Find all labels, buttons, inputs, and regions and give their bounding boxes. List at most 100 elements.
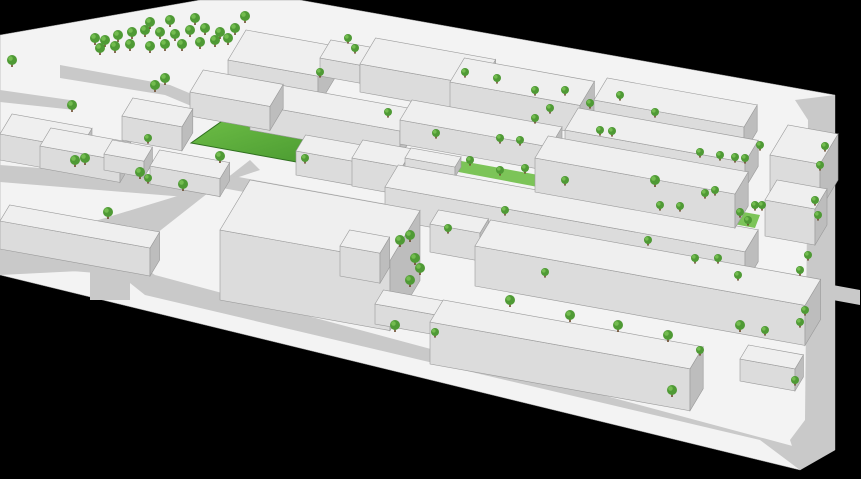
tree-highlight <box>697 149 701 153</box>
tree-highlight <box>732 154 736 158</box>
tree-highlight <box>752 202 756 206</box>
tree-highlight <box>587 100 591 104</box>
tree-highlight <box>737 209 741 213</box>
tree-highlight <box>96 44 101 49</box>
tree-highlight <box>762 327 766 331</box>
tree-highlight <box>797 319 801 323</box>
tree-highlight <box>146 42 151 47</box>
tree-highlight <box>345 35 349 39</box>
tree-highlight <box>445 225 449 229</box>
tree-highlight <box>677 203 681 207</box>
tree-highlight <box>171 30 176 35</box>
tree-highlight <box>652 109 656 113</box>
tree-highlight <box>805 252 809 256</box>
tree-highlight <box>617 92 621 96</box>
tree-highlight <box>657 202 661 206</box>
tree-highlight <box>522 165 526 169</box>
tree-highlight <box>432 329 436 333</box>
tree-highlight <box>467 157 471 161</box>
urban-model-scene <box>0 0 861 479</box>
tree-highlight <box>497 167 501 171</box>
tree-highlight <box>161 74 166 79</box>
tree-highlight <box>178 40 183 45</box>
tree-highlight <box>712 187 716 191</box>
tree-highlight <box>542 269 546 273</box>
tree-highlight <box>224 34 229 39</box>
tree-highlight <box>391 321 396 326</box>
tree-highlight <box>8 56 13 61</box>
tree-highlight <box>161 40 166 45</box>
tree-highlight <box>517 137 521 141</box>
tree-highlight <box>792 377 796 381</box>
tree-highlight <box>715 254 719 259</box>
tree-highlight <box>201 24 206 29</box>
tree-highlight <box>742 155 746 159</box>
tree-highlight <box>532 87 536 91</box>
tree-highlight <box>416 264 421 269</box>
tree-highlight <box>406 231 411 236</box>
tree-highlight <box>114 31 119 36</box>
tree-highlight <box>396 236 401 241</box>
tree-highlight <box>759 202 763 206</box>
tree-highlight <box>532 115 536 119</box>
tree-highlight <box>494 75 498 79</box>
tree-highlight <box>462 69 466 73</box>
tree-highlight <box>151 81 156 86</box>
tree-highlight <box>186 26 191 31</box>
tree-highlight <box>745 217 749 221</box>
tree-highlight <box>385 109 389 113</box>
tree-highlight <box>302 155 306 159</box>
tree-highlight <box>111 42 116 47</box>
tree-highlight <box>91 34 96 39</box>
tree-highlight <box>68 101 73 106</box>
tree-highlight <box>126 40 131 45</box>
tree-highlight <box>736 321 741 326</box>
tree-highlight <box>101 36 106 41</box>
tree-highlight <box>216 152 221 157</box>
tree-highlight <box>497 135 501 139</box>
tree-highlight <box>562 87 566 91</box>
tree-highlight <box>717 152 721 156</box>
tree-highlight <box>797 267 801 271</box>
tree-highlight <box>609 128 613 132</box>
tree-highlight <box>562 177 566 181</box>
tree-highlight <box>668 386 673 391</box>
tree-highlight <box>71 156 76 161</box>
tree-highlight <box>156 28 161 33</box>
tree-highlight <box>502 207 506 211</box>
tree-highlight <box>146 18 151 23</box>
tree-highlight <box>812 197 816 201</box>
tree-highlight <box>141 26 146 31</box>
tree-highlight <box>241 12 246 17</box>
tree-highlight <box>317 69 321 73</box>
tree-highlight <box>651 176 656 181</box>
tree-highlight <box>231 24 236 29</box>
tree-highlight <box>411 254 416 259</box>
tree-highlight <box>166 16 171 21</box>
tree-highlight <box>433 130 437 134</box>
tree-highlight <box>566 311 571 316</box>
tree-highlight <box>692 254 696 259</box>
tree-highlight <box>179 180 184 185</box>
tree-highlight <box>128 28 133 33</box>
tree-highlight <box>697 347 701 351</box>
tree-highlight <box>506 296 511 301</box>
tree-highlight <box>136 168 141 173</box>
tree-highlight <box>757 142 761 146</box>
tree-highlight <box>196 38 201 43</box>
tree-highlight <box>614 321 619 326</box>
tree-highlight <box>817 162 821 166</box>
tree-highlight <box>802 307 806 311</box>
tree-highlight <box>406 276 411 281</box>
tree-highlight <box>597 127 601 131</box>
tree-highlight <box>645 237 649 241</box>
tree-highlight <box>81 154 86 159</box>
tree-highlight <box>702 190 706 194</box>
tree-highlight <box>664 331 669 336</box>
tree-highlight <box>815 212 819 216</box>
tree-highlight <box>104 208 109 213</box>
tree-highlight <box>822 143 826 147</box>
tree-highlight <box>145 135 149 139</box>
building-28 <box>339 229 391 285</box>
tree-highlight <box>352 45 356 49</box>
